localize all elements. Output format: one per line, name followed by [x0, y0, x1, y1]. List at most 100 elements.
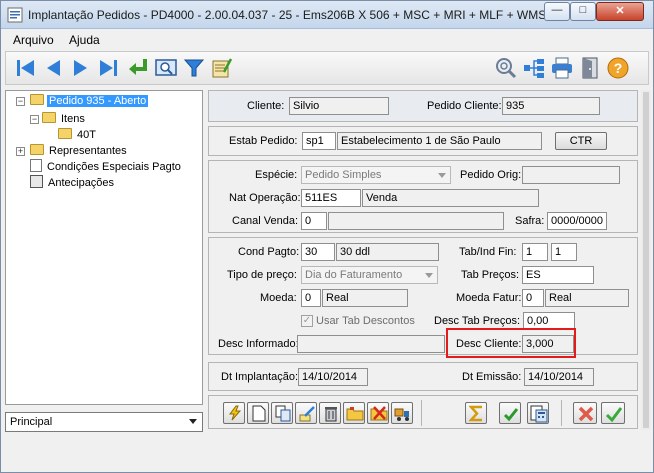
tree-collapse-icon[interactable]: − — [16, 97, 25, 106]
tree-item-condicoes[interactable]: Condições Especiais Pagto — [30, 159, 183, 175]
edit-button[interactable] — [295, 402, 317, 424]
billing-currency-label: Moeda Fatur: — [456, 292, 522, 304]
menu-arquivo[interactable]: Arquivo — [13, 33, 54, 47]
issue-date-field: 14/10/2014 — [524, 368, 594, 386]
app-window: Implantação Pedidos - PD4000 - 2.00.04.0… — [0, 0, 654, 473]
orig-order-label: Pedido Orig: — [460, 169, 522, 181]
zoom-icon[interactable] — [494, 56, 518, 80]
harvest-field[interactable]: 0000/0000 — [547, 212, 607, 230]
price-type-select[interactable]: Dia do Faturamento — [301, 266, 438, 284]
channel-name-field — [328, 212, 504, 230]
calculator-button[interactable] — [527, 402, 549, 424]
tabind-field-a[interactable]: 1 — [522, 243, 548, 261]
desc-informed-label: Desc Informado: — [218, 338, 299, 350]
calculate-button[interactable] — [223, 402, 245, 424]
tabind-field-b[interactable]: 1 — [551, 243, 577, 261]
folder-icon — [30, 144, 44, 155]
dates-group: Dt Implantação: 14/10/2014 Dt Emissão: 1… — [208, 362, 638, 391]
totals-button[interactable] — [465, 402, 487, 424]
tree-item-40t[interactable]: 40T — [58, 127, 98, 143]
new-document-button[interactable] — [247, 402, 269, 424]
price-tables-field[interactable]: ES — [522, 266, 594, 284]
chevron-down-icon — [189, 419, 197, 424]
copy-button[interactable] — [271, 402, 293, 424]
tree-item-antecipacoes[interactable]: Antecipações — [30, 175, 116, 191]
species-select[interactable]: Pedido Simples — [301, 166, 451, 184]
payment-cond-code-field[interactable]: 30 — [301, 243, 335, 261]
estab-code-field[interactable]: sp1 — [302, 132, 336, 150]
navigation-tree: − Pedido 935 - Aberto − Itens 40T + Repr… — [5, 90, 203, 405]
last-record-icon[interactable] — [96, 56, 120, 80]
tree-item-representantes[interactable]: Representantes — [30, 143, 129, 159]
main-toolbar: ? — [5, 51, 649, 85]
maximize-button[interactable]: □ — [570, 2, 596, 21]
folder-icon — [42, 112, 56, 123]
billing-currency-code-field[interactable]: 0 — [522, 289, 544, 307]
previous-record-icon[interactable] — [42, 56, 66, 80]
new-document-icon — [252, 405, 266, 422]
estab-group: Estab Pedido: sp1 Estabelecimento 1 de S… — [208, 126, 638, 156]
tabind-label: Tab/Ind Fin: — [459, 246, 517, 258]
use-discounts-checkbox[interactable]: ✓ — [301, 315, 313, 327]
tree-collapse-icon[interactable]: − — [30, 115, 39, 124]
folder-icon — [58, 128, 72, 139]
ok-button[interactable] — [601, 402, 625, 424]
actions-bar — [208, 395, 638, 429]
tree-expand-icon[interactable]: + — [16, 147, 25, 156]
printer-icon[interactable] — [550, 56, 574, 80]
ctr-button[interactable]: CTR — [555, 132, 607, 150]
species-group: Espécie: Pedido Simples Pedido Orig: Nat… — [208, 160, 638, 233]
currency-code-field[interactable]: 0 — [301, 289, 321, 307]
search-icon[interactable] — [154, 56, 178, 80]
shipment-button[interactable] — [391, 402, 413, 424]
impl-date-label: Dt Implantação: — [221, 371, 299, 383]
price-tables-label: Tab Preços: — [461, 269, 520, 281]
tree-item-label: Pedido 935 - Aberto — [47, 95, 149, 107]
desc-informed-field — [297, 335, 445, 353]
exit-door-icon[interactable] — [578, 56, 602, 80]
use-discounts-label: Usar Tab Descontos — [316, 315, 415, 327]
orig-order-field — [522, 166, 620, 184]
folder-icon — [346, 407, 364, 421]
tree-item-itens[interactable]: Itens — [42, 111, 87, 127]
close-button[interactable]: ✕ — [596, 2, 644, 21]
delete-button[interactable] — [319, 402, 341, 424]
currency-name-field: Real — [322, 289, 408, 307]
next-record-icon[interactable] — [68, 56, 92, 80]
minimize-button[interactable]: — — [544, 2, 570, 21]
nat-operation-label: Nat Operação: — [229, 192, 301, 204]
close-icon: ✕ — [615, 5, 625, 17]
chevron-down-icon — [438, 173, 446, 178]
window-title: Implantação Pedidos - PD4000 - 2.00.04.0… — [28, 8, 547, 22]
tree-item-label: Condições Especiais Pagto — [47, 161, 181, 173]
filter-icon[interactable] — [182, 56, 206, 80]
desc-client-highlight — [446, 328, 576, 358]
edit-list-icon[interactable] — [210, 56, 234, 80]
sigma-icon — [469, 405, 482, 422]
estab-name-field: Estabelecimento 1 de São Paulo — [337, 132, 542, 150]
order-client-label: Pedido Cliente: — [427, 100, 502, 112]
help-icon[interactable]: ? — [606, 56, 630, 80]
channel-code-field[interactable]: 0 — [301, 212, 327, 230]
menu-ajuda[interactable]: Ajuda — [69, 33, 100, 47]
go-to-icon[interactable] — [126, 56, 150, 80]
price-type-value: Dia do Faturamento — [305, 269, 403, 281]
view-select-value: Principal — [10, 416, 53, 428]
vertical-scrollbar[interactable] — [641, 90, 651, 430]
nat-operation-code-field[interactable]: 511ES — [301, 189, 361, 207]
hierarchy-icon[interactable] — [522, 56, 546, 80]
tree-item-pedido[interactable]: Pedido 935 - Aberto — [30, 93, 149, 109]
cancel-x-icon — [578, 406, 594, 422]
menu-bar: Arquivo Ajuda — [1, 30, 653, 48]
harvest-label: Safra: — [515, 215, 545, 227]
confirm-button[interactable] — [499, 402, 521, 424]
open-folder-button[interactable] — [343, 402, 365, 424]
first-record-icon[interactable] — [14, 56, 38, 80]
view-select[interactable]: Principal — [5, 412, 203, 432]
cancel-folder-button[interactable] — [367, 402, 389, 424]
folder-icon — [30, 94, 44, 105]
minimize-icon: — — [551, 4, 563, 16]
title-bar[interactable]: Implantação Pedidos - PD4000 - 2.00.04.0… — [1, 1, 653, 29]
desc-tab-label: Desc Tab Preços: — [434, 315, 521, 327]
cancel-button[interactable] — [573, 402, 597, 424]
